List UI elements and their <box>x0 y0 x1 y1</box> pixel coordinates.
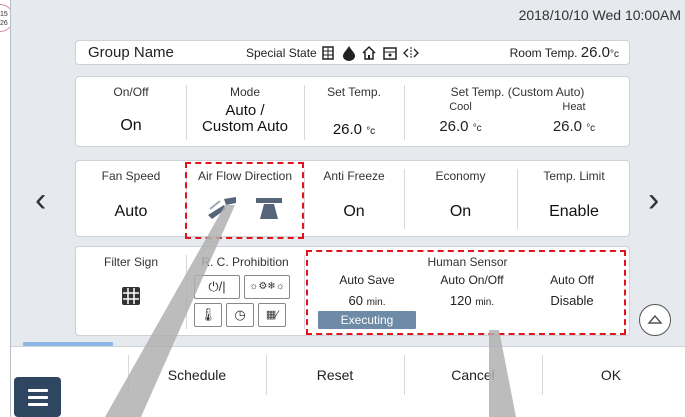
callout-beams <box>105 205 516 417</box>
scrap-line-1: 15 <box>0 11 8 18</box>
scrap-text: 15 26 <box>0 10 8 28</box>
hamburger-bar-icon <box>27 388 48 392</box>
menu-button[interactable] <box>14 377 61 417</box>
scrap-line-2: 26 <box>0 20 8 27</box>
screen: 15 26 2018/10/10 Wed 10:00AM Group Name … <box>0 0 685 417</box>
controller-panel: 2018/10/10 Wed 10:00AM Group Name Specia… <box>10 0 685 417</box>
hamburger-bar-icon <box>27 402 48 406</box>
human-sensor-callout-beam <box>489 330 516 417</box>
hamburger-bar-icon <box>27 395 48 399</box>
airflow-callout-beam <box>105 205 235 417</box>
